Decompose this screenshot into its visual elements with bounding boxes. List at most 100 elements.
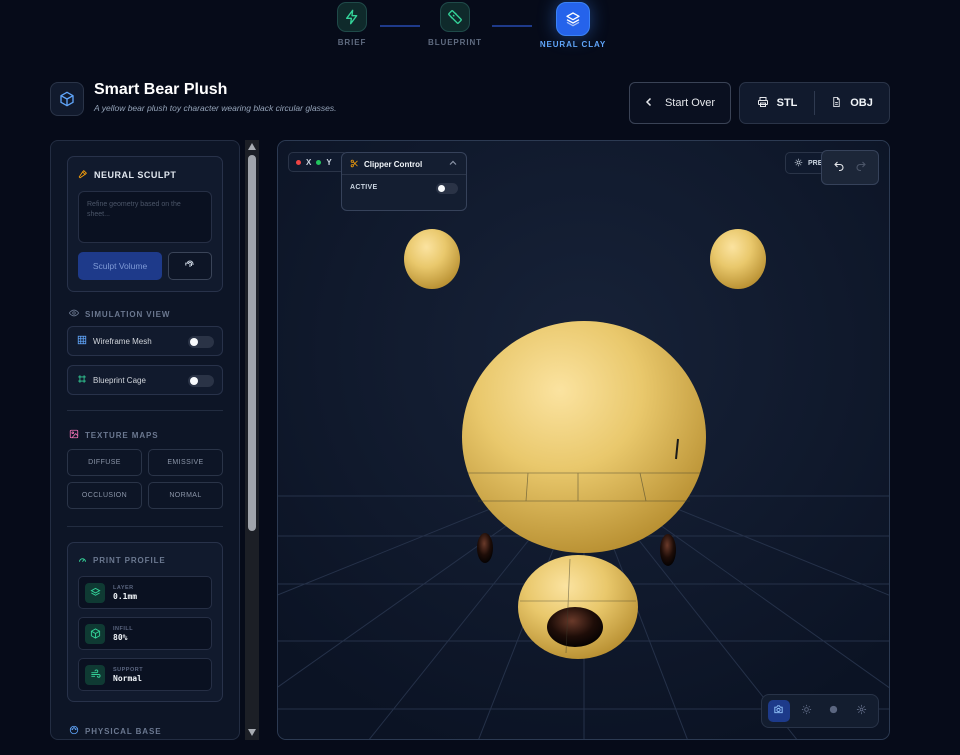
export-stl-label: STL: [776, 97, 798, 109]
wireframe-mesh-row: Wireframe Mesh: [67, 326, 223, 356]
ruler-icon: [440, 2, 470, 32]
wind-icon: [85, 664, 105, 685]
history-controls: [821, 150, 879, 185]
simulation-view-title: SIMULATION VIEW: [68, 308, 170, 320]
sun-icon: [801, 702, 812, 720]
bear-nose: [547, 607, 603, 647]
scroll-down-arrow[interactable]: [248, 729, 256, 736]
print-layer-row: LAYER 0.1mm: [78, 576, 212, 609]
grid-icon: [77, 335, 87, 347]
texture-emissive-button[interactable]: EMISSIVE: [148, 449, 223, 476]
cube-icon: [50, 82, 84, 116]
lighting-button[interactable]: [795, 700, 817, 722]
sun-icon: [794, 158, 803, 169]
texture-normal-button[interactable]: NORMAL: [148, 482, 223, 509]
export-stl-button[interactable]: STL: [740, 83, 814, 123]
eye-icon: [68, 308, 80, 320]
bear-head: [462, 321, 706, 553]
stepper-connector-2: [492, 25, 532, 27]
start-over-label: Start Over: [664, 97, 716, 109]
page-description: A yellow bear plush toy character wearin…: [94, 103, 337, 113]
step-neural-clay[interactable]: NEURAL CLAY: [533, 2, 613, 49]
3d-viewport[interactable]: [277, 140, 890, 740]
print-layer-value: 0.1mm: [113, 591, 138, 601]
step-label: NEURAL CLAY: [539, 40, 607, 49]
wireframe-mesh-label: Wireframe Mesh: [93, 336, 152, 346]
camera-icon: [773, 702, 784, 720]
hammer-icon: [78, 169, 88, 181]
layers-icon: [85, 582, 105, 603]
page-title: Smart Bear Plush: [94, 81, 228, 98]
print-profile-title: PRINT PROFILE: [78, 555, 166, 566]
sculpt-prompt-input[interactable]: Refine geometry based on the sheet...: [78, 191, 212, 243]
print-infill-label: INFILL: [113, 625, 134, 632]
sphere-icon: [828, 702, 839, 720]
print-infill-row: INFILL 80%: [78, 617, 212, 650]
zap-icon: [337, 2, 367, 32]
camera-button[interactable]: [767, 700, 790, 722]
neural-sculpt-title: NEURAL SCULPT: [78, 169, 176, 181]
scroll-thumb[interactable]: [248, 155, 256, 531]
chevron-left-icon: [645, 97, 653, 110]
cube-icon: [85, 623, 105, 644]
print-infill-value: 80%: [113, 632, 128, 642]
cage-icon: [77, 374, 87, 386]
clipper-control-panel: Clipper Control ACTIVE: [341, 152, 467, 211]
x-axis-label: X: [306, 157, 312, 167]
wireframe-mesh-toggle[interactable]: [188, 336, 214, 348]
bear-right-ear: [710, 229, 766, 289]
file-icon: [831, 96, 842, 111]
blueprint-cage-toggle[interactable]: [188, 375, 214, 387]
export-obj-button[interactable]: OBJ: [815, 83, 889, 123]
physical-base-title: PHYSICAL BASE: [69, 725, 161, 737]
section-divider: [67, 526, 223, 527]
chevron-up-icon[interactable]: [449, 159, 457, 168]
texture-maps-title: TEXTURE MAPS: [69, 429, 158, 441]
image-icon: [69, 429, 79, 441]
material-button[interactable]: [823, 700, 845, 722]
print-support-row: SUPPORT Normal: [78, 658, 212, 691]
bear-left-ear: [404, 229, 460, 289]
camera-toolbar: [761, 694, 879, 728]
bear-left-eye: [477, 533, 493, 563]
palette-icon: [69, 725, 79, 737]
step-label: BRIEF: [337, 38, 367, 47]
clipper-active-toggle[interactable]: [436, 183, 458, 194]
fingerprint-icon: [184, 257, 196, 275]
step-label: BLUEPRINT: [428, 38, 482, 47]
layers-icon: [556, 2, 590, 36]
scroll-up-arrow[interactable]: [248, 143, 256, 150]
3d-scene[interactable]: [278, 141, 890, 740]
axis-indicator: X Y: [288, 152, 348, 172]
texture-diffuse-button[interactable]: DIFFUSE: [67, 449, 142, 476]
export-group: STL OBJ: [739, 82, 890, 124]
step-blueprint[interactable]: BLUEPRINT: [415, 2, 495, 47]
bear-right-eye: [660, 534, 676, 566]
undo-icon[interactable]: [833, 159, 845, 177]
blueprint-cage-row: Blueprint Cage: [67, 365, 223, 395]
export-obj-label: OBJ: [850, 97, 873, 109]
app-root: BRIEF BLUEPRINT NEURAL CLAY Smart Bear P…: [0, 0, 960, 755]
texture-occlusion-button[interactable]: OCCLUSION: [67, 482, 142, 509]
y-axis-dot: [316, 159, 322, 165]
fingerprint-button[interactable]: [168, 252, 212, 280]
start-over-button[interactable]: Start Over: [629, 82, 731, 124]
print-support-value: Normal: [113, 673, 142, 683]
gauge-icon: [78, 555, 87, 566]
blueprint-cage-label: Blueprint Cage: [93, 375, 146, 385]
clipper-header[interactable]: Clipper Control: [350, 159, 422, 170]
step-brief[interactable]: BRIEF: [312, 2, 392, 47]
section-divider: [67, 410, 223, 411]
scissors-icon: [350, 159, 359, 170]
printer-icon: [757, 96, 769, 111]
gear-icon: [856, 702, 867, 720]
print-layer-label: LAYER: [113, 584, 134, 591]
sculpt-volume-button[interactable]: Sculpt Volume: [78, 252, 162, 280]
clipper-active-label: ACTIVE: [350, 184, 378, 191]
x-axis-dot: [296, 159, 301, 165]
clipper-divider: [342, 174, 466, 175]
redo-icon[interactable]: [855, 159, 867, 177]
settings-button[interactable]: [850, 700, 872, 722]
y-axis-label: Y: [326, 157, 332, 167]
print-support-label: SUPPORT: [113, 666, 144, 673]
